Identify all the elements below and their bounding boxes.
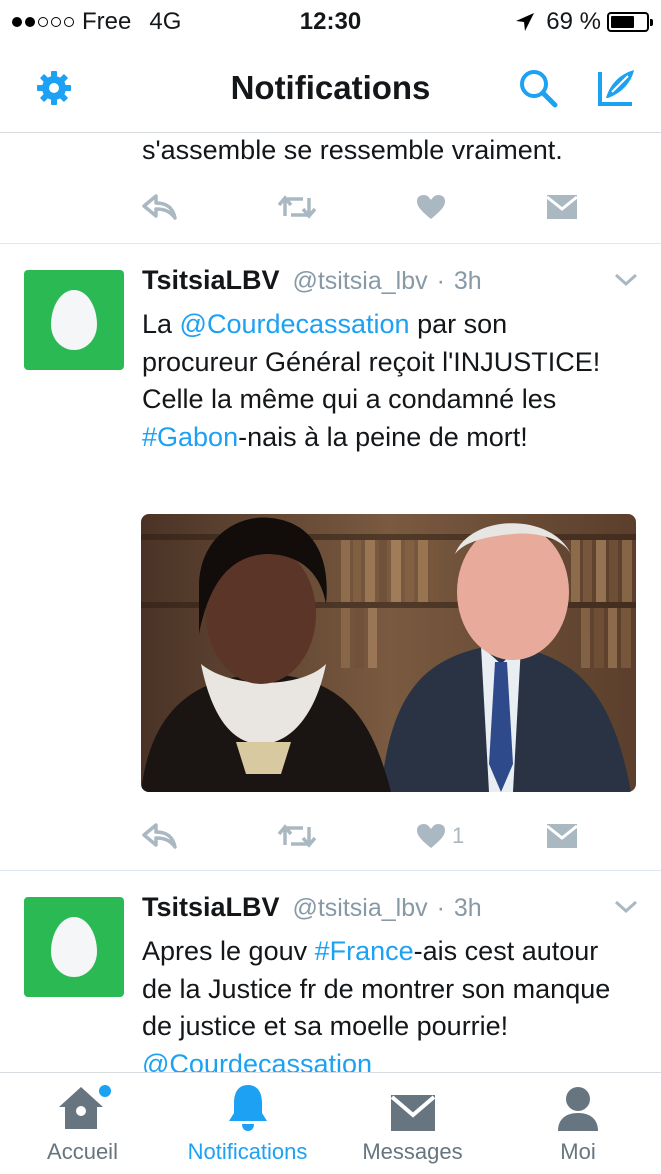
tab-bar: Accueil Notifications Messages Moi: [0, 1072, 661, 1174]
timestamp: 3h: [453, 267, 482, 295]
reply-icon[interactable]: [142, 187, 178, 227]
tweet-actions: [142, 187, 612, 227]
avatar[interactable]: [24, 270, 124, 370]
compose-icon[interactable]: [592, 64, 640, 112]
tweet-actions: 1: [142, 816, 612, 856]
tab-label: Moi: [560, 1139, 596, 1164]
author-handle: @tsitsia_lbv: [292, 894, 428, 922]
tweet-text-partial: s'assemble se ressemble vraiment.: [142, 135, 563, 165]
person-icon: [558, 1087, 598, 1131]
divider: [0, 870, 661, 871]
chevron-down-icon[interactable]: [613, 271, 639, 289]
battery-icon: [607, 12, 653, 32]
tab-label: Notifications: [187, 1139, 308, 1164]
tab-notifications[interactable]: Notifications: [165, 1073, 330, 1174]
retweet-icon[interactable]: [277, 816, 317, 856]
tweet[interactable]: TsitsiaLBV @tsitsia_lbv · 3h La @Courdec…: [0, 265, 661, 870]
tweet-text: Apres le gouv #France-ais cest autour de…: [142, 933, 612, 1072]
tab-home[interactable]: Accueil: [0, 1073, 165, 1174]
reply-icon[interactable]: [142, 816, 178, 856]
chevron-down-icon[interactable]: [613, 898, 639, 916]
like-icon[interactable]: [416, 187, 446, 227]
envelope-icon: [390, 1095, 435, 1131]
mention-link[interactable]: @Courdecassation: [180, 309, 410, 339]
divider: [0, 243, 661, 244]
tweet-header: TsitsiaLBV @tsitsia_lbv · 3h: [142, 265, 482, 296]
status-right: 69 %: [514, 8, 653, 36]
egg-avatar-icon: [51, 290, 97, 350]
location-arrow-icon: [516, 13, 535, 31]
carrier-name: Free: [82, 8, 132, 35]
status-bar: Free 4G 12:30 69 %: [0, 0, 661, 44]
tweet-photo[interactable]: [141, 514, 636, 792]
tweet-text: La @Courdecassation par son procureur Gé…: [142, 309, 601, 452]
tab-label: Accueil: [47, 1139, 118, 1164]
tab-me[interactable]: Moi: [495, 1073, 661, 1174]
egg-avatar-icon: [51, 917, 97, 977]
search-icon[interactable]: [514, 64, 562, 112]
tab-messages[interactable]: Messages: [330, 1073, 495, 1174]
battery-percent: 69 %: [546, 8, 601, 35]
bell-icon: [228, 1085, 267, 1131]
tab-label: Messages: [362, 1139, 463, 1164]
like-icon[interactable]: 1: [416, 816, 464, 856]
notifications-feed[interactable]: s'assemble se ressemble vraiment. Tsitsi…: [0, 133, 661, 1072]
separator: ·: [436, 267, 445, 295]
retweet-icon[interactable]: [277, 187, 317, 227]
tweet-header: TsitsiaLBV @tsitsia_lbv · 3h: [142, 892, 482, 923]
tweet[interactable]: TsitsiaLBV @tsitsia_lbv · 3h Apres le go…: [0, 892, 661, 1072]
direct-message-icon[interactable]: [546, 187, 578, 227]
separator: ·: [436, 894, 445, 922]
signal-strength: [12, 17, 74, 27]
author-name[interactable]: TsitsiaLBV: [142, 892, 280, 922]
timestamp: 3h: [453, 894, 482, 922]
network-type: 4G: [149, 8, 182, 35]
navigation-bar: Notifications: [0, 44, 661, 133]
like-count: 1: [452, 823, 465, 848]
hashtag-link[interactable]: #Gabon: [142, 422, 238, 452]
home-icon: [58, 1085, 111, 1129]
carrier-info: Free 4G: [12, 8, 199, 36]
author-name[interactable]: TsitsiaLBV: [142, 265, 280, 295]
mention-link[interactable]: @Courdecassation: [142, 1049, 372, 1073]
hashtag-link[interactable]: #France: [315, 936, 414, 966]
direct-message-icon[interactable]: [546, 816, 578, 856]
author-handle: @tsitsia_lbv: [292, 267, 428, 295]
avatar[interactable]: [24, 897, 124, 997]
